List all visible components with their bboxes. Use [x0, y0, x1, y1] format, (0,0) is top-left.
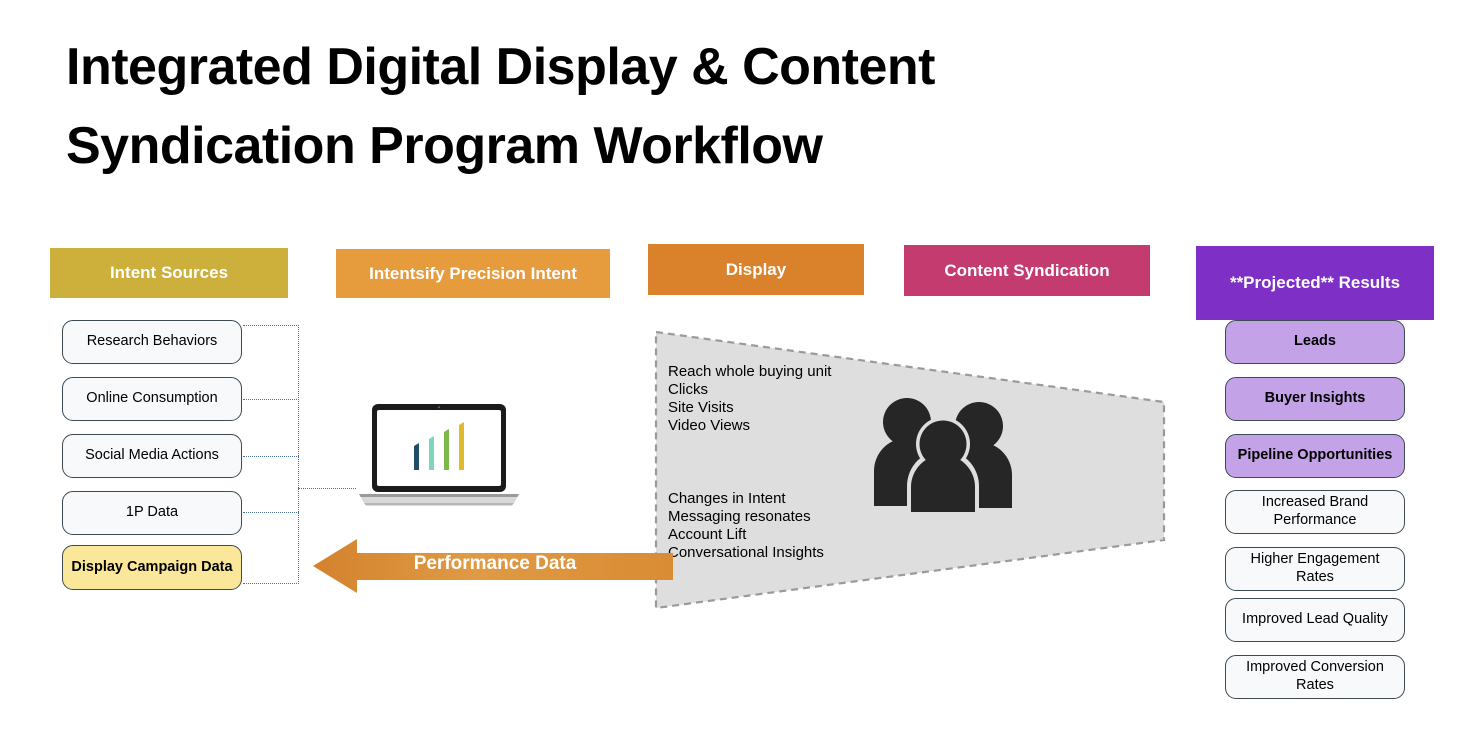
- projected-result-item[interactable]: Improved Conversion Rates: [1225, 655, 1405, 699]
- laptop-bar-chart-icon: [359, 404, 519, 506]
- workflow-diagram: Integrated Digital Display & Content Syn…: [0, 0, 1476, 738]
- column-header-label: Content Syndication: [944, 260, 1110, 280]
- column-header-label: **Projected** Results: [1229, 273, 1401, 293]
- connector-online-consumption: [243, 399, 299, 400]
- connector-1p-data: [243, 512, 299, 513]
- projected-result-item[interactable]: Increased Brand Performance: [1225, 490, 1405, 534]
- intent-source-label: 1P Data: [125, 504, 179, 521]
- connector-social-media-actions: [243, 456, 299, 457]
- connector-bus-to-precision-intent: [298, 488, 356, 489]
- connector-research-behaviors: [243, 325, 299, 326]
- projected-result-label: Buyer Insights: [1264, 390, 1366, 407]
- projected-result-item-highlighted[interactable]: Pipeline Opportunities: [1225, 434, 1405, 478]
- intent-source-item-highlighted[interactable]: Display Campaign Data: [62, 545, 242, 590]
- projected-result-item[interactable]: Higher Engagement Rates: [1225, 547, 1405, 591]
- projected-result-label: Leads: [1294, 333, 1336, 350]
- people-group-icon: [874, 398, 1012, 512]
- projected-result-label: Pipeline Opportunities: [1237, 447, 1393, 464]
- projected-result-label: Improved Conversion Rates: [1246, 659, 1384, 693]
- intent-source-label: Display Campaign Data: [71, 558, 233, 575]
- projected-result-item-highlighted[interactable]: Buyer Insights: [1225, 377, 1405, 421]
- column-header-projected-results: **Projected** Results: [1196, 246, 1434, 320]
- column-header-content-syndication: Content Syndication: [904, 245, 1150, 296]
- projected-result-item[interactable]: Improved Lead Quality: [1225, 598, 1405, 642]
- display-metrics-list: Reach whole buying unit Clicks Site Visi…: [668, 363, 832, 434]
- intent-source-item[interactable]: Online Consumption: [62, 377, 242, 421]
- projected-result-label: Increased Brand Performance: [1261, 494, 1369, 528]
- content-syndication-metrics-list: Changes in Intent Messaging resonates Ac…: [668, 490, 824, 561]
- column-header-label: Intentsify Precision Intent: [369, 263, 577, 283]
- column-header-label: Display: [725, 259, 787, 279]
- performance-data-arrow: [313, 539, 673, 593]
- intent-source-item[interactable]: Research Behaviors: [62, 320, 242, 364]
- page-title: Integrated Digital Display & Content Syn…: [66, 38, 935, 176]
- connector-display-campaign-data: [243, 583, 299, 584]
- connector-vertical-bus: [298, 325, 299, 584]
- projected-result-label: Improved Lead Quality: [1242, 611, 1388, 628]
- intent-source-label: Social Media Actions: [85, 447, 219, 464]
- column-header-precision-intent: Intentsify Precision Intent: [336, 249, 610, 298]
- intent-source-item[interactable]: Social Media Actions: [62, 434, 242, 478]
- projected-result-item-highlighted[interactable]: Leads: [1225, 320, 1405, 364]
- intent-source-label: Research Behaviors: [86, 333, 218, 350]
- intent-source-label: Online Consumption: [86, 390, 218, 407]
- column-header-display: Display: [648, 244, 864, 295]
- projected-result-label: Higher Engagement Rates: [1250, 551, 1380, 585]
- column-header-intent-sources: Intent Sources: [50, 248, 288, 298]
- intent-source-item[interactable]: 1P Data: [62, 491, 242, 535]
- column-header-label: Intent Sources: [109, 263, 229, 283]
